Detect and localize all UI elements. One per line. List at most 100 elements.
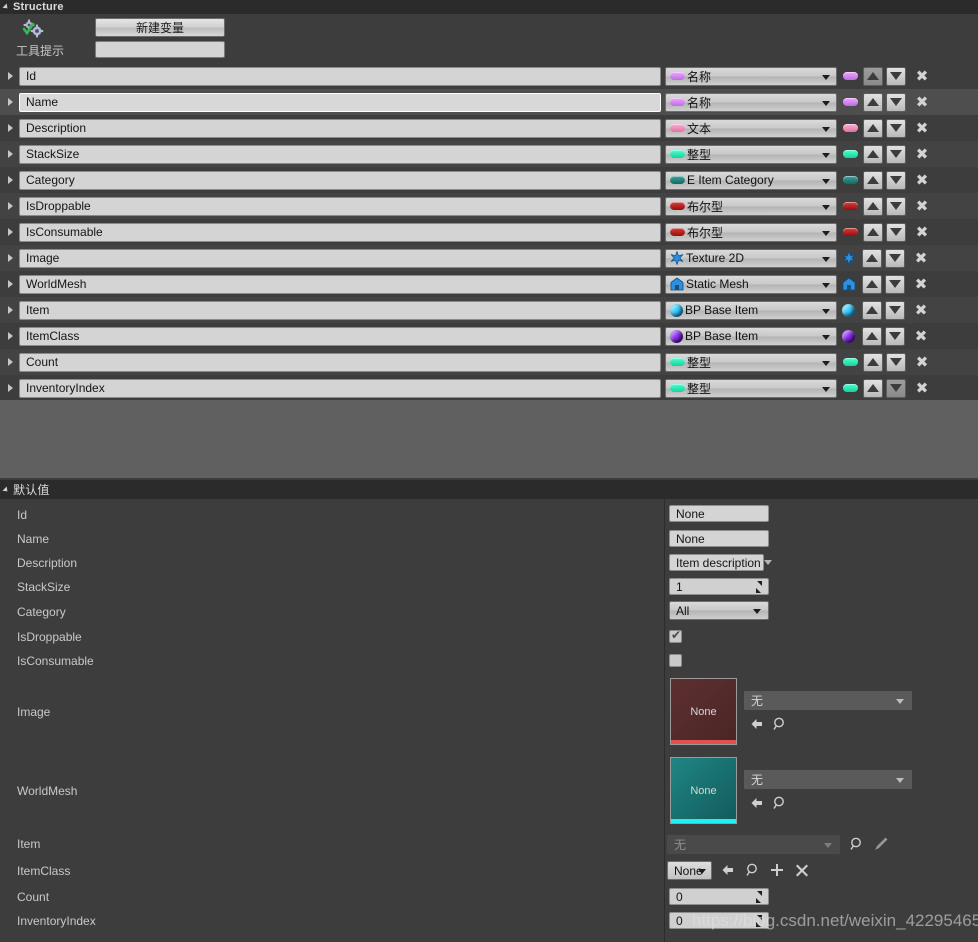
expander-arrow-icon[interactable] [3,323,17,349]
delete-variable-button[interactable]: ✖ [911,274,931,294]
delete-variable-button[interactable]: ✖ [912,144,932,164]
variable-name-input[interactable]: IsConsumable [19,222,661,242]
variable-name-input[interactable]: WorldMesh [19,274,661,294]
expander-arrow-icon[interactable] [3,271,17,297]
variable-row[interactable]: IsDroppable 布尔型 ✖ [0,193,978,219]
delete-variable-button[interactable]: ✖ [912,222,932,242]
variable-name-input[interactable]: Name [19,92,661,112]
variable-row[interactable]: InventoryIndex 整型 ✖ [0,375,978,401]
expander-arrow-icon[interactable] [3,193,17,219]
defaults-section-header[interactable]: 默认值 [0,480,978,499]
variable-type-dropdown[interactable]: BP Base Item [665,300,837,320]
move-down-button[interactable] [886,378,906,398]
expander-arrow-icon[interactable] [3,219,17,245]
move-up-button[interactable] [863,378,883,398]
image-thumbnail[interactable]: None [670,678,737,745]
expander-arrow-icon[interactable] [3,89,17,115]
move-down-button[interactable] [885,274,905,294]
variable-name-input[interactable]: ItemClass [19,326,661,346]
expander-arrow-icon[interactable] [3,349,17,375]
move-up-button[interactable] [863,144,883,164]
worldmesh-thumbnail[interactable]: None [670,757,737,824]
variable-type-dropdown[interactable]: Static Mesh [665,274,837,294]
itemclass-clear-icon[interactable] [793,861,811,879]
move-down-button[interactable] [886,92,906,112]
worldmesh-use-selected-arrow-icon[interactable] [748,794,766,812]
delete-variable-button[interactable]: ✖ [912,352,932,372]
move-down-button[interactable] [886,222,906,242]
inventoryindex-spinner[interactable]: 0 [669,912,769,929]
move-up-button[interactable] [863,118,883,138]
variable-row[interactable]: StackSize 整型 ✖ [0,141,978,167]
delete-variable-button[interactable]: ✖ [912,118,932,138]
variable-type-dropdown[interactable]: 整型 [665,378,837,398]
delete-variable-button[interactable]: ✖ [912,196,932,216]
new-variable-button[interactable]: 新建变量 [95,18,225,37]
variable-type-dropdown[interactable]: 文本 [665,118,837,138]
expander-arrow-icon[interactable] [3,63,17,89]
variable-row[interactable]: WorldMesh Static Mesh ✖ [0,271,978,297]
variable-row[interactable]: IsConsumable 布尔型 ✖ [0,219,978,245]
move-down-button[interactable] [886,118,906,138]
variable-row[interactable]: Name 名称 ✖ [0,89,978,115]
count-spinner[interactable]: 0 [669,888,769,905]
image-use-selected-arrow-icon[interactable] [748,715,766,733]
variable-type-dropdown[interactable]: Texture 2D [665,248,837,268]
variable-name-input[interactable]: IsDroppable [19,196,661,216]
variable-row[interactable]: Image Texture 2D ✖ [0,245,978,271]
variable-row[interactable]: ItemClass BP Base Item ✖ [0,323,978,349]
expander-arrow-icon[interactable] [3,245,17,271]
expander-arrow-icon[interactable] [3,141,17,167]
variable-name-input[interactable]: StackSize [19,144,661,164]
delete-variable-button[interactable]: ✖ [912,170,932,190]
worldmesh-asset-dropdown[interactable]: 无 [743,769,913,790]
itemclass-browse-search-icon[interactable] [744,861,762,879]
move-up-button[interactable] [862,326,882,346]
move-down-button[interactable] [886,170,906,190]
move-up-button[interactable] [863,196,883,216]
move-up-button[interactable] [863,352,883,372]
variable-row[interactable]: Category E Item Category ✖ [0,167,978,193]
variable-name-input[interactable]: Count [19,352,661,372]
variable-type-dropdown[interactable]: E Item Category [665,170,837,190]
move-down-button[interactable] [886,66,906,86]
item-asset-dropdown[interactable]: 无 [666,834,841,855]
variable-type-dropdown[interactable]: 整型 [665,352,837,372]
delete-variable-button[interactable]: ✖ [912,92,932,112]
delete-variable-button[interactable]: ✖ [912,66,932,86]
isconsumable-checkbox[interactable] [669,654,682,667]
variable-name-input[interactable]: InventoryIndex [19,378,661,398]
variable-name-input[interactable]: Image [19,248,661,268]
variable-name-input[interactable]: Description [19,118,661,138]
move-down-button[interactable] [886,352,906,372]
expander-arrow-icon[interactable] [3,115,17,141]
expander-arrow-icon[interactable] [3,297,17,323]
move-up-button[interactable] [863,66,883,86]
move-down-button[interactable] [886,144,906,164]
expander-arrow-icon[interactable] [3,375,17,401]
move-up-button[interactable] [862,300,882,320]
panel-splitter[interactable] [664,499,665,942]
variable-name-input[interactable]: Item [19,300,661,320]
expander-arrow-icon[interactable] [3,167,17,193]
move-down-button[interactable] [885,326,905,346]
id-value-input[interactable]: None [669,505,769,522]
worldmesh-browse-search-icon[interactable] [771,794,789,812]
category-dropdown[interactable]: All [669,601,769,620]
variable-type-dropdown[interactable]: 布尔型 [665,222,837,242]
variable-type-dropdown[interactable]: 整型 [665,144,837,164]
stacksize-spinner[interactable]: 1 [669,578,769,595]
isdroppable-checkbox[interactable] [669,628,682,643]
delete-variable-button[interactable]: ✖ [911,326,931,346]
delete-variable-button[interactable]: ✖ [912,378,932,398]
variable-type-dropdown[interactable]: 名称 [665,92,837,112]
item-eyedropper-icon[interactable] [872,835,890,853]
tooltip-input[interactable] [95,41,225,58]
structure-section-header[interactable]: Structure [0,0,978,14]
move-up-button[interactable] [862,274,882,294]
variable-row[interactable]: Id 名称 ✖ [0,63,978,89]
itemclass-add-icon[interactable] [768,861,786,879]
delete-variable-button[interactable]: ✖ [911,248,931,268]
variable-name-input[interactable]: Category [19,170,661,190]
variable-name-input[interactable]: Id [19,66,661,86]
